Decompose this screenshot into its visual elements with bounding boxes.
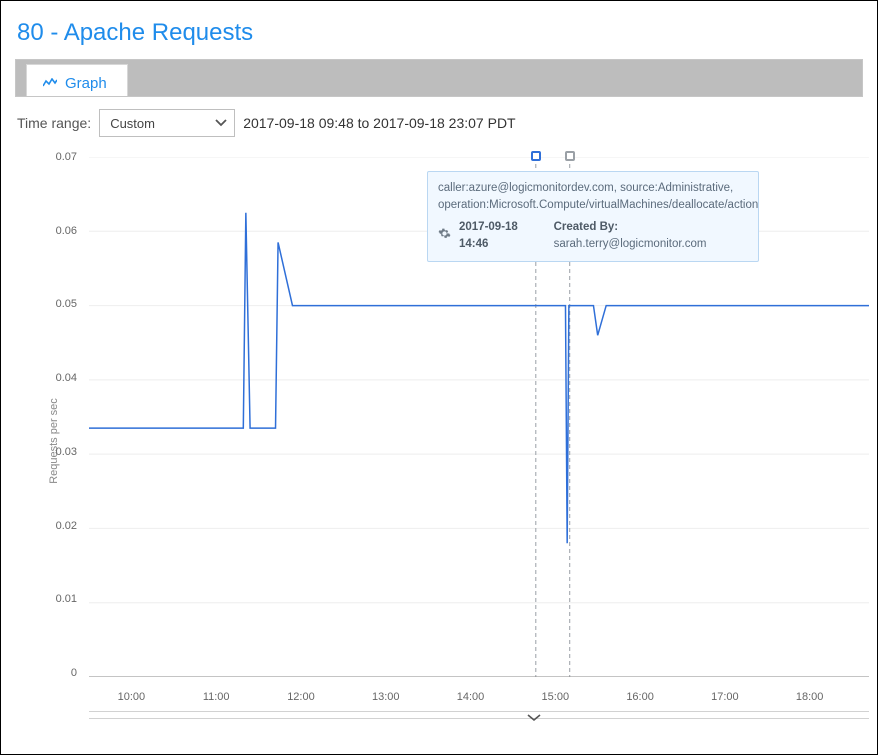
xtick: 13:00: [372, 691, 400, 703]
xtick: 18:00: [796, 691, 824, 703]
tooltip-created-by-label: Created By:: [554, 221, 619, 233]
time-scrubber[interactable]: [89, 711, 869, 719]
chart: Requests per sec 0.07 0.06 0.05 0.04 0.0…: [17, 151, 861, 731]
tooltip-timestamp: 2017-09-18 14:46: [459, 219, 540, 252]
tooltip-created-by: sarah.terry@logicmonitor.com: [554, 238, 707, 250]
time-range-label: Time range:: [17, 115, 91, 131]
ytick: 0.01: [49, 593, 77, 605]
page-title: 80 - Apache Requests: [17, 19, 861, 47]
xtick: 11:00: [203, 691, 230, 703]
xtick: 17:00: [711, 691, 739, 703]
graph-icon: [43, 77, 57, 91]
tabbar: Graph: [15, 59, 863, 97]
time-range-controls: Time range: Custom 2017-09-18 09:48 to 2…: [17, 109, 861, 137]
chevron-down-icon: [214, 115, 228, 131]
chevron-down-icon: [526, 711, 542, 726]
ytick: 0.06: [49, 225, 77, 237]
time-range-select[interactable]: Custom: [99, 109, 235, 137]
event-tooltip: caller:azure@logicmonitordev.com, source…: [427, 171, 759, 262]
event-marker[interactable]: [565, 151, 575, 161]
time-range-selected: Custom: [110, 116, 155, 131]
xtick: 16:00: [626, 691, 654, 703]
ytick: 0.05: [49, 298, 77, 310]
tooltip-line1: caller:azure@logicmonitordev.com, source…: [438, 180, 748, 213]
time-range-text: 2017-09-18 09:48 to 2017-09-18 23:07 PDT: [243, 115, 515, 131]
gear-icon: [438, 227, 451, 246]
xtick: 15:00: [542, 691, 570, 703]
event-marker[interactable]: [531, 151, 541, 161]
tab-graph[interactable]: Graph: [26, 64, 128, 96]
xtick: 12:00: [287, 691, 315, 703]
xtick: 10:00: [118, 691, 146, 703]
ytick: 0.02: [49, 520, 77, 532]
xtick: 14:00: [457, 691, 485, 703]
plot-area[interactable]: caller:azure@logicmonitordev.com, source…: [89, 157, 869, 677]
y-ticks: 0.07 0.06 0.05 0.04 0.03 0.02 0.01 0: [49, 151, 77, 679]
ytick: 0.03: [49, 446, 77, 458]
ytick: 0: [49, 667, 77, 679]
ytick: 0.04: [49, 372, 77, 384]
tab-label: Graph: [65, 75, 107, 92]
ytick: 0.07: [49, 151, 77, 163]
